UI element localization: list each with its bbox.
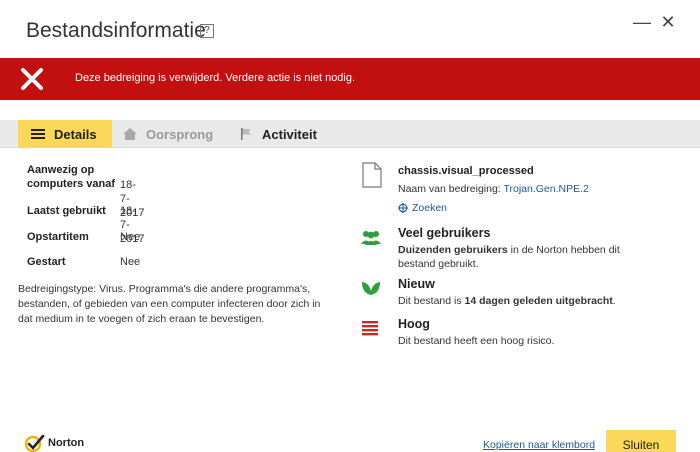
detail-label: Gestart [27,256,66,268]
minimize-button[interactable]: — [632,12,652,32]
detail-label: Aanwezig op computers vanaf [27,164,116,190]
risk-bars-icon [362,321,378,336]
file-name: chassis.visual_processed [398,165,534,177]
detail-label: Laatst gebruikt [27,205,106,217]
threat-removed-banner: Deze bedreiging is verwijderd. Verdere a… [0,58,700,100]
detail-label: Opstartitem [27,231,89,243]
tab-label: Oorsprong [146,126,214,142]
tab-label: Details [54,126,97,142]
file-icon [362,162,382,188]
tab-label: Activiteit [262,126,317,142]
search-link[interactable]: Zoeken [398,202,447,214]
close-button[interactable]: Sluiten [606,430,676,452]
crosshair-icon [398,203,408,213]
banner-message: Deze bedreiging is verwijderd. Verdere a… [75,72,356,84]
flag-icon [241,128,251,140]
users-icon [361,231,381,245]
threat-name-line: Naam van bedreiging: Trojan.Gen.NPE.2 [398,183,589,195]
copy-to-clipboard-link[interactable]: Kopiëren naar klembord [483,439,595,451]
detail-value: Nee [120,231,141,243]
threat-name-link[interactable]: Trojan.Gen.NPE.2 [503,183,588,195]
leaf-icon [362,282,380,295]
info-text-bold: 14 dagen geleden uitgebracht [464,295,613,307]
norton-logo: Norton [24,434,84,452]
close-window-button[interactable]: ✕ [658,12,678,32]
info-text: Dit bestand heeft een hoog risico. [398,335,555,347]
info-title: Hoog [398,317,430,331]
detail-value: Nee [120,256,141,268]
tab-activiteit[interactable]: Activiteit [238,120,317,148]
tab-oorsprong[interactable]: Oorsprong [122,120,213,148]
info-text: Duizenden gebruikers in de Norton hebben… [398,243,658,271]
norton-check-icon [24,434,45,452]
info-text: Dit bestand is 14 dagen geleden uitgebra… [398,294,658,308]
list-icon [31,129,45,139]
norton-brand: Norton [48,437,85,449]
tab-bar: Details Oorsprong Activiteit [0,120,700,148]
help-icon[interactable]: ? [200,24,214,38]
info-title: Nieuw [398,277,435,291]
tab-details[interactable]: Details [18,120,112,148]
info-title: Veel gebruikers [398,226,491,240]
title-bar: Bestandsinformatie ? — ✕ [0,0,700,58]
home-icon [123,128,137,140]
threat-name-label: Naam van bedreiging: [398,183,504,195]
search-label: Zoeken [412,202,448,214]
threat-type-description: Bedreigingstype: Virus. Programma's die … [18,283,321,325]
info-text-post: . [612,295,616,307]
window-title: Bestandsinformatie [26,19,206,42]
info-text-pre: Dit bestand is [398,295,465,307]
info-text-bold: Duizenden gebruikers [398,244,508,256]
x-icon [21,68,43,90]
